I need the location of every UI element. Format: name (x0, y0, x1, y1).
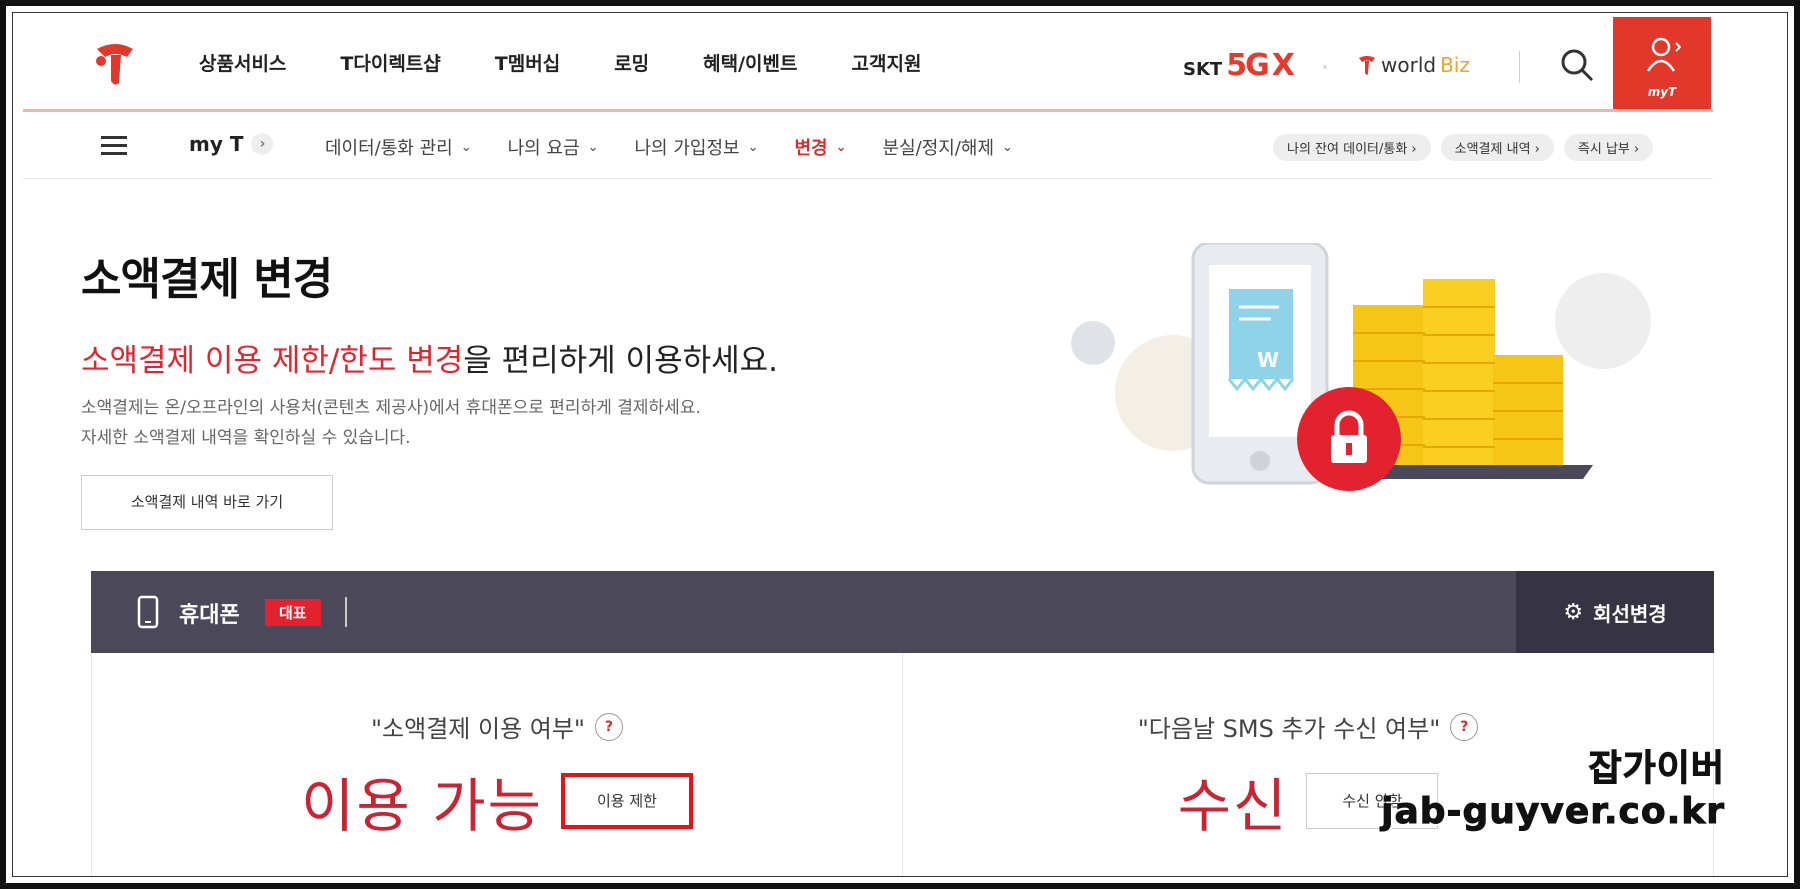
tworld-small-icon (1359, 56, 1375, 75)
gnb-item-direct-shop[interactable]: T다이렉트샵 (340, 49, 440, 76)
lnb-item-data-call[interactable]: 데이터/통화 관리 ⌄ (325, 134, 472, 160)
x-text: X (1271, 48, 1295, 83)
myt-label: myT (1647, 85, 1677, 99)
lnb-item-loss-suspend[interactable]: 분실/정지/해제 ⌄ (883, 134, 1013, 160)
gnb-item-membership[interactable]: T멤버십 (495, 49, 560, 76)
lnb-item-change[interactable]: 변경 ⌄ (795, 134, 847, 160)
lnb-label: 나의 요금 (507, 138, 580, 159)
gnb-item-roaming[interactable]: 로밍 (614, 49, 649, 76)
usage-status-row: 이용 가능 이용 제한 (92, 759, 902, 843)
micropayment-usage-panel: "소액결제 이용 여부" ? 이용 가능 이용 제한 (91, 653, 903, 876)
line-info-bar: 휴대폰 대표 ⚙ 회선변경 (91, 571, 1714, 653)
representative-badge: 대표 (265, 599, 321, 626)
usage-question: "소액결제 이용 여부" ? (92, 709, 902, 744)
gnb-item-support[interactable]: 고객지원 (852, 49, 922, 76)
chevron-down-icon: ⌄ (587, 139, 599, 155)
pill-label: 나의 잔여 데이터/통화 (1287, 142, 1408, 157)
chevron-down-icon: ⌄ (460, 139, 472, 155)
chevron-down-icon: ⌄ (747, 139, 759, 155)
user-icon (1646, 37, 1681, 72)
gear-icon: ⚙ (1563, 599, 1584, 625)
chevron-down-icon: ⌄ (835, 139, 847, 155)
won-symbol: W (1257, 348, 1279, 372)
payment-history-button[interactable]: 소액결제 내역 바로 가기 (81, 475, 333, 530)
sms-status: 수신 (1177, 772, 1289, 840)
sub-nav: my T › 데이터/통화 관리 ⌄ 나의 요금 ⌄ 나의 가입정보 ⌄ 변경 ⌄ 분실… (23, 112, 1713, 179)
quick-link-remaining-data[interactable]: 나의 잔여 데이터/통화 › (1273, 134, 1431, 161)
change-line-label: 회선변경 (1593, 601, 1667, 626)
hero-subtitle-highlight: 소액결제 이용 제한/한도 변경 (81, 343, 464, 379)
search-icon[interactable] (1557, 45, 1597, 85)
quick-links: 나의 잔여 데이터/통화 › 소액결제 내역 › 즉시 납부 › (1273, 134, 1654, 161)
restrict-usage-button[interactable]: 이용 제한 (560, 773, 693, 829)
quick-link-pay-now[interactable]: 즉시 납부 › (1563, 134, 1654, 161)
myt-home-link[interactable]: my T › (189, 132, 274, 156)
myt-button[interactable]: myT (1613, 17, 1711, 109)
usage-question-text: "소액결제 이용 여부" (371, 715, 585, 743)
help-icon[interactable]: ? (594, 712, 623, 741)
line-name: 휴대폰 (179, 603, 240, 628)
pill-label: 소액결제 내역 (1454, 142, 1531, 157)
gnb-item-products[interactable]: 상품서비스 (199, 49, 286, 76)
page-title: 소액결제 변경 (81, 254, 333, 305)
usage-status: 이용 가능 (301, 772, 543, 840)
lnb-label: 나의 가입정보 (634, 138, 740, 159)
myt-link-label: my T (189, 132, 244, 156)
lnb-label: 변경 (794, 138, 828, 159)
quick-link-payment-history[interactable]: 소액결제 내역 › (1440, 134, 1554, 161)
skt-5gx-logo[interactable]: SKT 5G X (1183, 48, 1295, 83)
global-nav: 상품서비스 T다이렉트샵 T멤버십 로밍 혜택/이벤트 고객지원 (199, 49, 921, 76)
brand-divider (1323, 65, 1327, 69)
hero-subtitle-rest: 을 편리하게 이용하세요. (463, 343, 779, 379)
hero-description: 소액결제는 온/오프라인의 사용처(콘텐츠 제공사)에서 휴대폰으로 편리하게 … (81, 393, 701, 453)
hamburger-menu-icon[interactable] (101, 136, 127, 155)
chevron-down-icon: ⌄ (1002, 139, 1013, 155)
watermark-title: 잡가이버 (1588, 748, 1725, 790)
5g-text: 5G (1226, 48, 1269, 83)
top-header: 상품서비스 T다이렉트샵 T멤버십 로밍 혜택/이벤트 고객지원 SKT 5G … (23, 17, 1713, 112)
skt-text: SKT (1183, 59, 1223, 80)
world-text: world (1381, 53, 1437, 77)
browser-viewport: 상품서비스 T다이렉트샵 T멤버십 로밍 혜택/이벤트 고객지원 SKT 5G … (12, 12, 1788, 877)
watermark-url: jab-guyver.co.kr (1381, 791, 1725, 833)
help-icon[interactable]: ? (1450, 712, 1479, 741)
biz-text: Biz (1440, 53, 1470, 77)
hero-desc-line: 자세한 소액결제 내역을 확인하실 수 있습니다. (81, 428, 411, 448)
lnb-label: 분실/정지/해제 (882, 138, 995, 159)
header-separator (1519, 51, 1520, 83)
world-biz-logo[interactable]: world Biz (1357, 53, 1470, 77)
gnb-item-benefits[interactable]: 혜택/이벤트 (703, 49, 797, 76)
watermark: 잡가이버 jab-guyver.co.kr (1381, 739, 1725, 833)
chevron-right-icon: › (251, 133, 274, 155)
lnb-label: 데이터/통화 관리 (325, 138, 453, 159)
change-line-button[interactable]: ⚙ 회선변경 (1516, 571, 1714, 653)
pill-label: 즉시 납부 (1577, 142, 1630, 157)
local-nav: 데이터/통화 관리 ⌄ 나의 요금 ⌄ 나의 가입정보 ⌄ 변경 ⌄ 분실/정지/해제 ⌄ (325, 134, 1013, 160)
lnb-item-my-fee[interactable]: 나의 요금 ⌄ (508, 134, 599, 160)
lnb-item-my-subscription[interactable]: 나의 가입정보 ⌄ (635, 134, 759, 160)
hero-desc-line: 소액결제는 온/오프라인의 사용처(콘텐츠 제공사)에서 휴대폰으로 편리하게 … (81, 398, 701, 418)
tworld-logo-icon[interactable] (93, 41, 137, 87)
mobile-phone-icon (137, 595, 159, 629)
bar-separator (345, 597, 347, 627)
hero-subtitle: 소액결제 이용 제한/한도 변경을 편리하게 이용하세요. (81, 335, 778, 380)
payment-lock-illustration: W (1071, 243, 1651, 491)
